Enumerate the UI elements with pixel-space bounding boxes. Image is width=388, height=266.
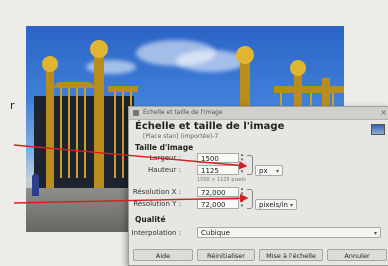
arrow-to-height [13, 144, 248, 170]
arrow-to-resolution [13, 193, 249, 204]
annotation-arrows [13, 144, 249, 204]
